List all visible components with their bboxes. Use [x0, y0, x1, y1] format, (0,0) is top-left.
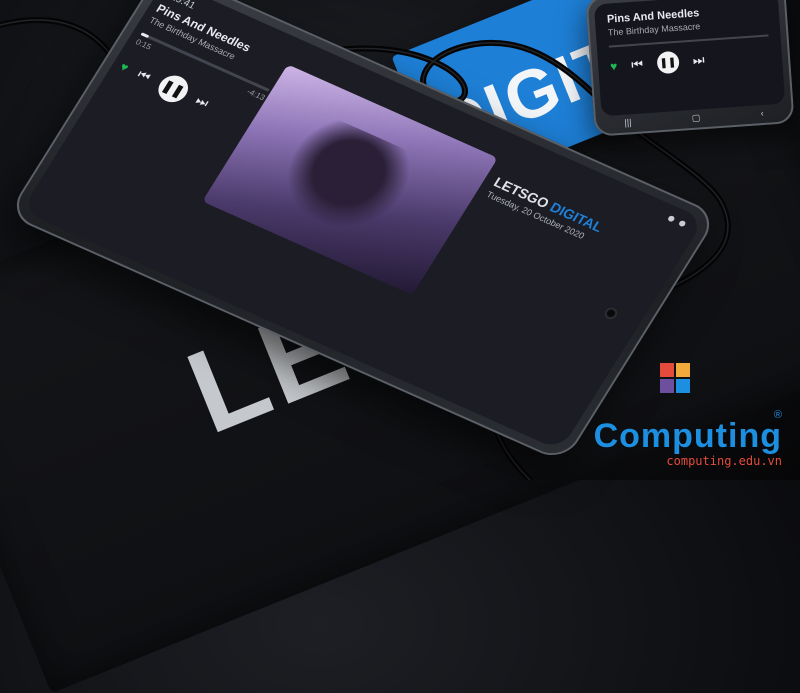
- signal-icon: [666, 214, 676, 223]
- notice-brand: LETSGO DIGITAL: [491, 174, 655, 257]
- progress-fill: [140, 32, 150, 39]
- front-camera: [605, 308, 617, 319]
- back-icon[interactable]: ‹: [760, 108, 764, 119]
- watermark-url: computing.edu.vn: [666, 454, 782, 468]
- watermark: ® Computing computing.edu.vn: [542, 363, 782, 468]
- watermark-name: Computing: [593, 417, 782, 455]
- previous-icon[interactable]: ⏮: [134, 67, 154, 85]
- pause-button[interactable]: ❚❚: [152, 71, 194, 107]
- album-art-tree: [249, 106, 437, 258]
- next-icon[interactable]: ⏭: [692, 52, 705, 69]
- computing-logo-icon: [660, 363, 690, 393]
- watermark-registered: ®: [773, 409, 782, 421]
- heart-icon[interactable]: ♥: [117, 60, 131, 75]
- heart-icon[interactable]: ♥: [610, 59, 618, 73]
- home-icon[interactable]: ▢: [691, 112, 700, 124]
- lockscreen-notice: LETSGO DIGITAL Tuesday, 20 October 2020: [485, 172, 656, 267]
- previous-icon[interactable]: ⏮: [631, 56, 644, 73]
- recents-icon[interactable]: |||: [624, 117, 632, 128]
- next-icon[interactable]: ⏭: [193, 93, 212, 111]
- second-phone: Pins And Needles The Birthday Massacre ♥…: [585, 0, 795, 137]
- pause-icon[interactable]: ❚❚: [656, 50, 680, 75]
- second-phone-screen: Pins And Needles The Birthday Massacre ♥…: [593, 0, 786, 117]
- battery-icon: [677, 219, 687, 228]
- scene: LE DIGIT Pins And Needles The Birthday M…: [0, 0, 800, 693]
